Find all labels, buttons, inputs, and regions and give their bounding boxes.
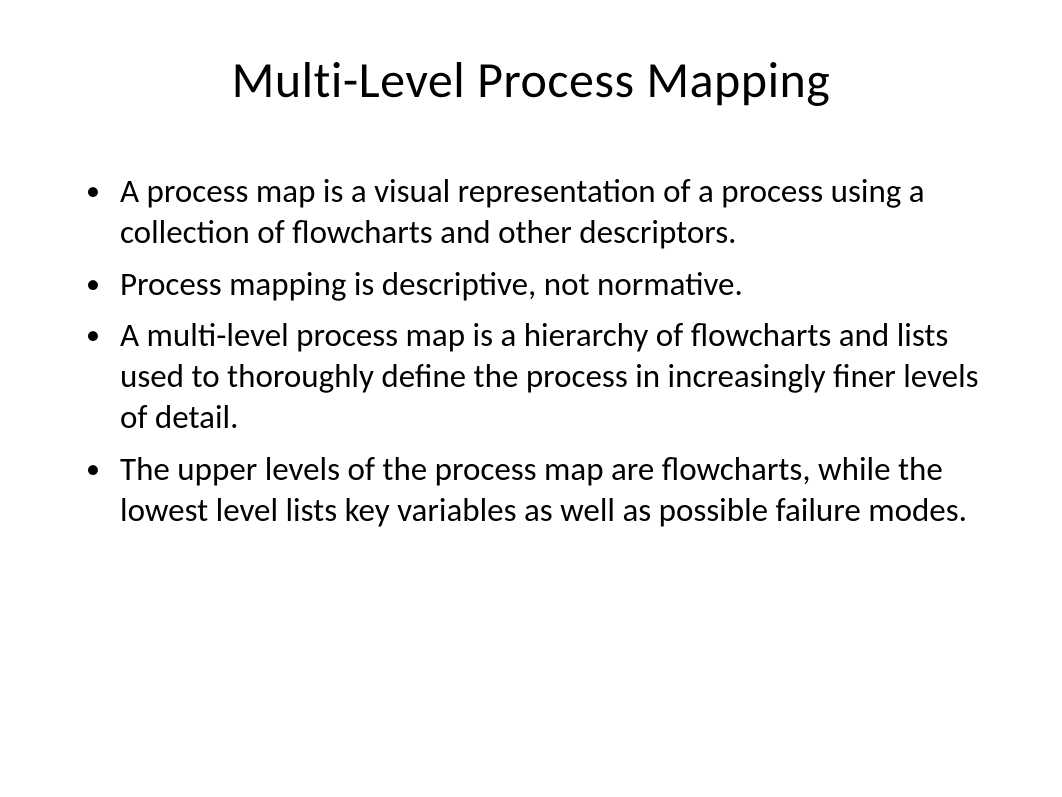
list-item: • A multi-level process map is a hierarc… (80, 315, 992, 439)
bullet-text: The upper levels of the process map are … (120, 449, 992, 532)
bullet-text: A process map is a visual representation… (120, 171, 992, 254)
bullet-text: Process mapping is descriptive, not norm… (120, 264, 992, 305)
bullet-icon: • (80, 449, 120, 488)
bullet-icon: • (80, 264, 120, 303)
bullet-text: A multi-level process map is a hierarchy… (120, 315, 992, 439)
list-item: • The upper levels of the process map ar… (80, 449, 992, 532)
bullet-icon: • (80, 171, 120, 210)
list-item: • Process mapping is descriptive, not no… (80, 264, 992, 305)
bullet-icon: • (80, 315, 120, 354)
slide-title: Multi-Level Process Mapping (70, 50, 992, 111)
list-item: • A process map is a visual representati… (80, 171, 992, 254)
bullet-list: • A process map is a visual representati… (70, 171, 992, 531)
